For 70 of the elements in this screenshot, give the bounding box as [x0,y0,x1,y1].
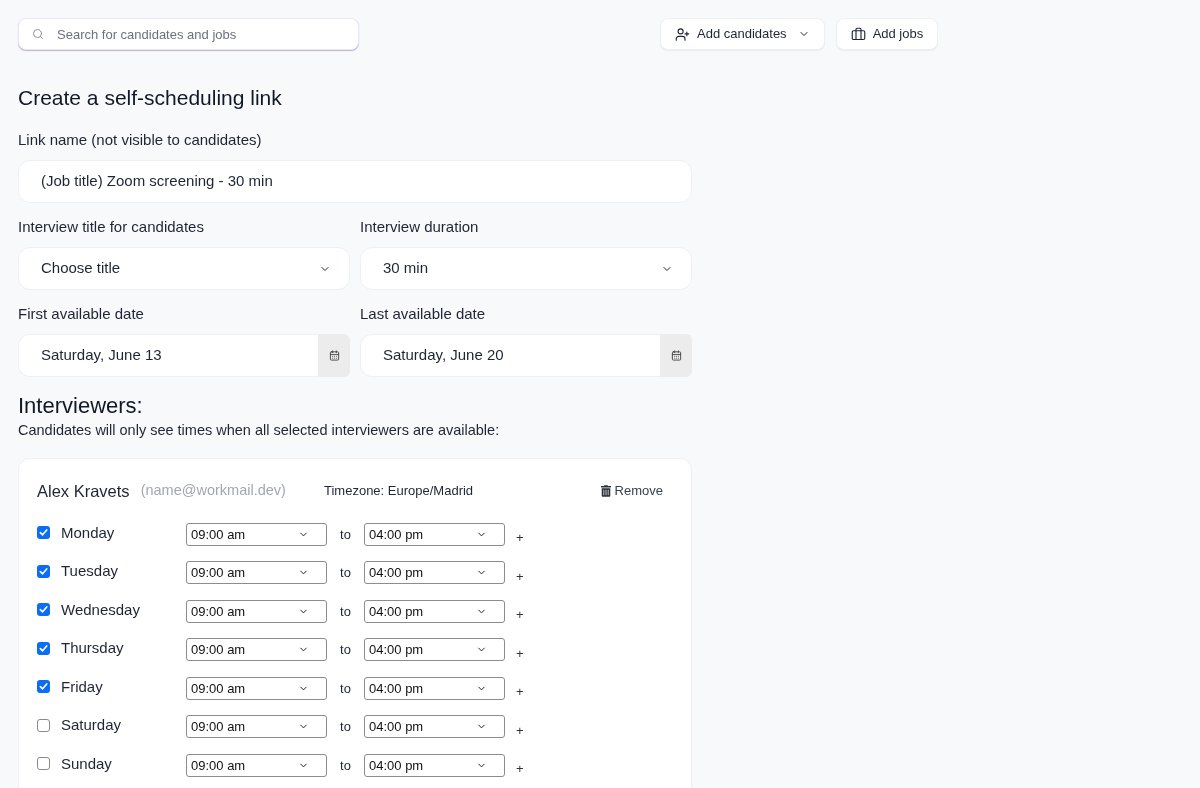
search-icon [32,28,44,40]
search-field[interactable]: Search for candidates and jobs [18,18,359,50]
start-time-select[interactable]: 09:00 am [186,753,327,777]
page-title: Create a self-scheduling link [18,85,283,111]
start-time-select[interactable]: 09:00 am [186,599,327,623]
interviewer-email: (name@workmail.dev) [140,481,286,501]
checkbox[interactable] [37,757,50,771]
to-label: to [339,564,352,582]
add-time-button[interactable]: + [516,761,524,778]
end-time-select[interactable]: 04:00 pm [364,599,505,623]
start-time-select[interactable]: 09:00 am [186,638,327,662]
end-time-select[interactable]: 04:00 pm [364,676,505,700]
field-label: Interview duration [360,217,480,237]
start-time-select[interactable]: 09:00 am [186,676,327,700]
checked-checkbox[interactable] [37,680,50,694]
start-time-select[interactable]: 09:00 am [186,715,327,739]
checkbox[interactable] [37,718,50,732]
calendar-icon [328,350,340,361]
start-time-select[interactable]: 09:00 am [186,522,327,546]
timezone-label: Timezone: Europe/Madrid [324,482,474,501]
day-label: Wednesday [61,599,141,620]
day-label: Friday [61,676,104,697]
add-time-button[interactable]: + [516,607,524,624]
checked-checkbox[interactable] [37,641,50,655]
to-label: to [339,718,352,736]
add-time-button[interactable]: + [516,645,524,662]
add-time-button[interactable]: + [516,684,524,701]
add-time-button[interactable]: + [516,530,524,547]
to-label: to [339,602,352,621]
to-label: to [339,641,352,659]
section-heading: Interviewers: [18,392,144,420]
checked-checkbox[interactable] [37,526,50,540]
to-label: to [339,525,352,544]
checked-checkbox[interactable] [37,603,50,617]
day-label: Thursday [61,638,125,658]
add-time-button[interactable]: + [516,722,524,739]
calendar-button[interactable] [318,334,350,377]
end-time-select[interactable]: 04:00 pm [364,638,505,662]
end-time-select[interactable]: 04:00 pm [364,753,505,777]
to-label: to [339,756,352,775]
date-field[interactable]: Saturday, June 20 [360,334,660,377]
briefcase-icon [850,26,866,42]
text-field[interactable]: (Job title) Zoom screening - 30 min [18,160,692,203]
end-time-select[interactable]: 04:00 pm [364,522,505,546]
day-label: Monday [61,522,116,543]
add-time-button[interactable]: + [516,568,524,585]
field-label: First available date [18,304,145,324]
checked-checkbox[interactable] [37,564,50,578]
day-label: Sunday [61,753,113,774]
select-field[interactable]: Choose title [18,247,350,290]
start-time-select[interactable]: 09:00 am [186,561,327,585]
to-label: to [339,679,352,698]
interviewer-name: Alex Kravets [37,480,130,502]
end-time-select[interactable]: 04:00 pm [364,561,505,585]
section-note: Candidates will only see times when all selected interviewers are available: [18,421,501,440]
add-user-icon [675,26,690,42]
select-field[interactable]: 30 min [360,247,692,290]
day-label: Saturday [61,715,123,735]
date-field[interactable]: Saturday, June 13 [18,334,318,377]
remove-button[interactable]: Remove [600,481,663,501]
toolbar-button[interactable]: Add candidates [660,18,825,50]
toolbar-button[interactable]: Add jobs [835,18,939,50]
calendar-button[interactable] [660,334,692,377]
field-label: Last available date [360,304,487,324]
field-label: Link name (not visible to candidates) [18,130,263,150]
end-time-select[interactable]: 04:00 pm [364,715,505,739]
day-label: Tuesday [61,561,119,581]
trash-icon [600,485,611,497]
calendar-icon [670,350,682,361]
field-label: Interview title for candidates [18,217,205,237]
